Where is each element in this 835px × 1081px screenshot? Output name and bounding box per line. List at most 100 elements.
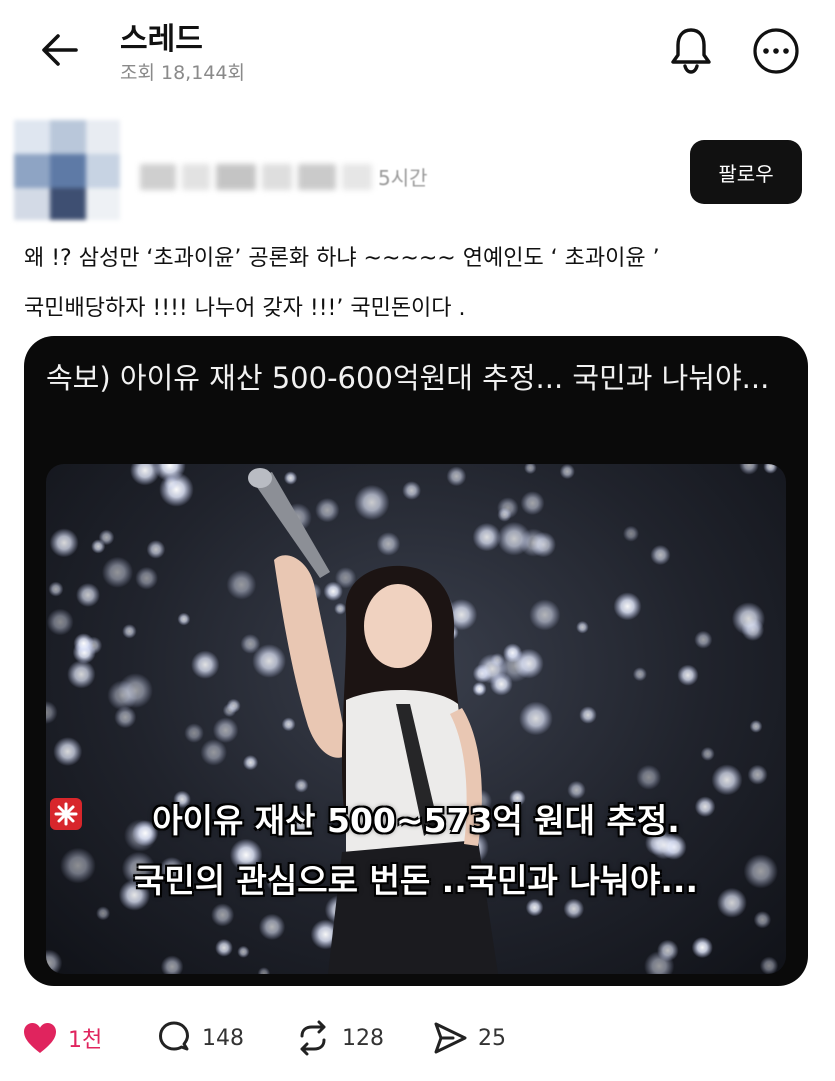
follow-button[interactable]: 팔로우 — [690, 140, 802, 204]
crowd-light — [497, 521, 531, 556]
card-title: 속보) 아이유 재산 500-600억원대 추정... 국민과 나눠야... — [46, 361, 770, 395]
crowd-light — [46, 701, 58, 724]
crowd-light — [211, 903, 235, 927]
back-button[interactable] — [38, 30, 82, 70]
crowd-light — [559, 464, 575, 480]
crowd-light — [739, 464, 759, 475]
crowd-light — [579, 706, 597, 724]
post-line-1: 왜 !? 삼성만 ‘초과이윤’ 공론화 하냐 ~~~~~ 연예인도 ‘ 초과이윤… — [24, 246, 660, 271]
crowd-light — [226, 569, 257, 600]
comment-icon — [159, 1021, 189, 1051]
caption-line-2: 국민의 관심으로 번돈 ..국민과 나눠야... — [133, 861, 699, 900]
crowd-light — [212, 717, 239, 743]
share-icon — [434, 1022, 467, 1054]
like-button[interactable]: 1천 — [22, 1016, 102, 1060]
crowd-light — [576, 620, 589, 634]
crowd-light — [91, 539, 106, 554]
more-icon — [753, 28, 799, 74]
crowd-light — [636, 764, 662, 790]
crowd-light — [242, 755, 259, 771]
share-count: 25 — [478, 1025, 506, 1051]
view-count: 조회 18,144회 — [120, 62, 245, 84]
crowd-light — [177, 612, 191, 626]
crowd-light — [73, 633, 94, 654]
crowd-light — [677, 664, 699, 686]
crowd-light — [354, 484, 390, 521]
crowd-light — [53, 737, 83, 766]
author-name-redacted — [140, 160, 380, 200]
post-body: 왜 !? 삼성만 ‘초과이윤’ 공론화 하냐 ~~~~~ 연예인도 ‘ 초과이윤… — [24, 234, 814, 334]
crowd-light — [184, 723, 204, 743]
crowd-light — [130, 464, 160, 486]
crowd-light — [519, 701, 553, 736]
crowd-light — [160, 955, 184, 974]
crowd-light — [283, 471, 298, 485]
back-arrow-icon — [42, 34, 78, 66]
crowd-light — [753, 911, 772, 929]
caption-line-1: 아이유 재산 500~573억 원대 추정. — [46, 794, 786, 842]
comment-count: 148 — [202, 1025, 244, 1051]
crowd-light — [613, 592, 642, 621]
crowd-light — [632, 667, 647, 682]
crowd-light — [623, 525, 639, 542]
page-title: 스레드 — [120, 22, 203, 57]
post-line-2: 국민배당하자 !!!! 나누어 갖자 !!!’ 국민돈이다 . — [24, 296, 466, 321]
top-bar: 스레드 조회 18,144회 — [0, 0, 835, 100]
crowd-light — [763, 464, 778, 474]
crowd-light — [323, 581, 343, 601]
avatar[interactable] — [14, 120, 120, 220]
crowd-light — [146, 540, 166, 559]
crowd-light — [46, 608, 74, 636]
crowd-light — [650, 544, 671, 566]
repost-button[interactable]: 128 — [294, 1016, 384, 1060]
share-button[interactable]: 25 — [432, 1016, 506, 1060]
crowd-light — [191, 650, 220, 679]
crowd-light — [107, 680, 138, 711]
repost-icon — [300, 1020, 326, 1056]
crowd-light — [446, 466, 467, 487]
crowd-light — [700, 746, 715, 761]
crowd-light — [711, 764, 743, 796]
crowd-light — [315, 497, 340, 523]
siren-icon — [50, 798, 82, 830]
crowd-light — [257, 967, 271, 974]
notification-button[interactable] — [668, 24, 714, 74]
crowd-light — [200, 739, 227, 766]
crowd-light — [520, 491, 545, 516]
crowd-light — [222, 703, 237, 718]
crowd-light — [281, 717, 296, 732]
crowd-light — [294, 778, 309, 793]
crowd-light — [258, 913, 286, 941]
bell-icon — [671, 28, 711, 74]
crowd-light — [694, 630, 713, 649]
crowd-light — [498, 650, 531, 683]
crowd-light — [49, 528, 79, 558]
more-button[interactable] — [752, 27, 800, 75]
crowd-light — [237, 945, 250, 958]
crowd-light — [524, 464, 537, 475]
repost-count: 128 — [342, 1025, 384, 1051]
crowd-light — [48, 581, 64, 597]
heart-icon — [24, 1023, 56, 1053]
post-time: 5시간 — [378, 166, 428, 190]
crowd-light — [747, 764, 768, 785]
concert-photo[interactable]: 아이유 재산 500~573억 원대 추정. 국민의 관심으로 번돈 ..국민과… — [46, 464, 786, 974]
crowd-light — [376, 532, 401, 556]
crowd-light — [731, 602, 766, 636]
crowd-light — [96, 906, 111, 921]
crowd-light — [46, 949, 63, 974]
like-count: 1천 — [68, 1028, 103, 1053]
crowd-light — [402, 481, 421, 500]
crowd-light — [135, 566, 158, 590]
crowd-light — [67, 660, 96, 689]
crowd-light — [759, 956, 779, 974]
crowd-light — [472, 681, 487, 697]
crowd-light — [529, 599, 561, 631]
crowd-light — [691, 936, 713, 959]
embedded-image-card[interactable]: 속보) 아이유 재산 500-600억원대 추정... 국민과 나눠야... 아… — [24, 336, 808, 986]
crowd-light — [122, 624, 137, 639]
comment-button[interactable]: 148 — [156, 1016, 244, 1060]
crowd-light — [472, 522, 501, 552]
crowd-light — [101, 556, 134, 588]
crowd-light — [215, 938, 233, 957]
